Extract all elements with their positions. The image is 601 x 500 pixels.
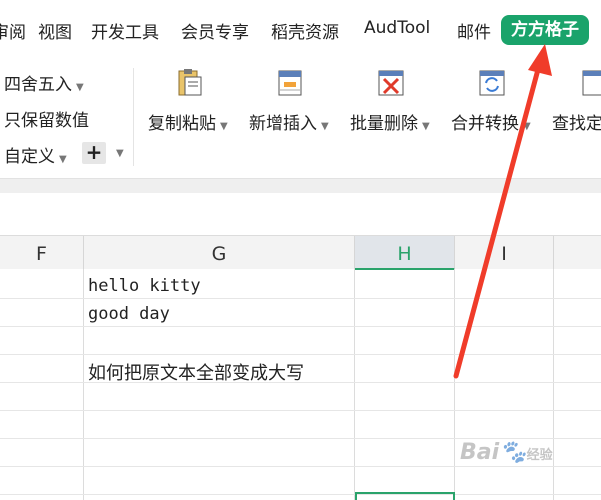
annotation-arrow [453,44,552,379]
arrow-head [528,44,552,76]
baidu-watermark: Bai🐾经验 [460,440,553,465]
paw-icon: 🐾 [499,440,527,465]
arrow-shaft [453,59,543,379]
watermark-text: Bai [460,440,500,465]
watermark-suffix: 经验 [526,448,553,463]
